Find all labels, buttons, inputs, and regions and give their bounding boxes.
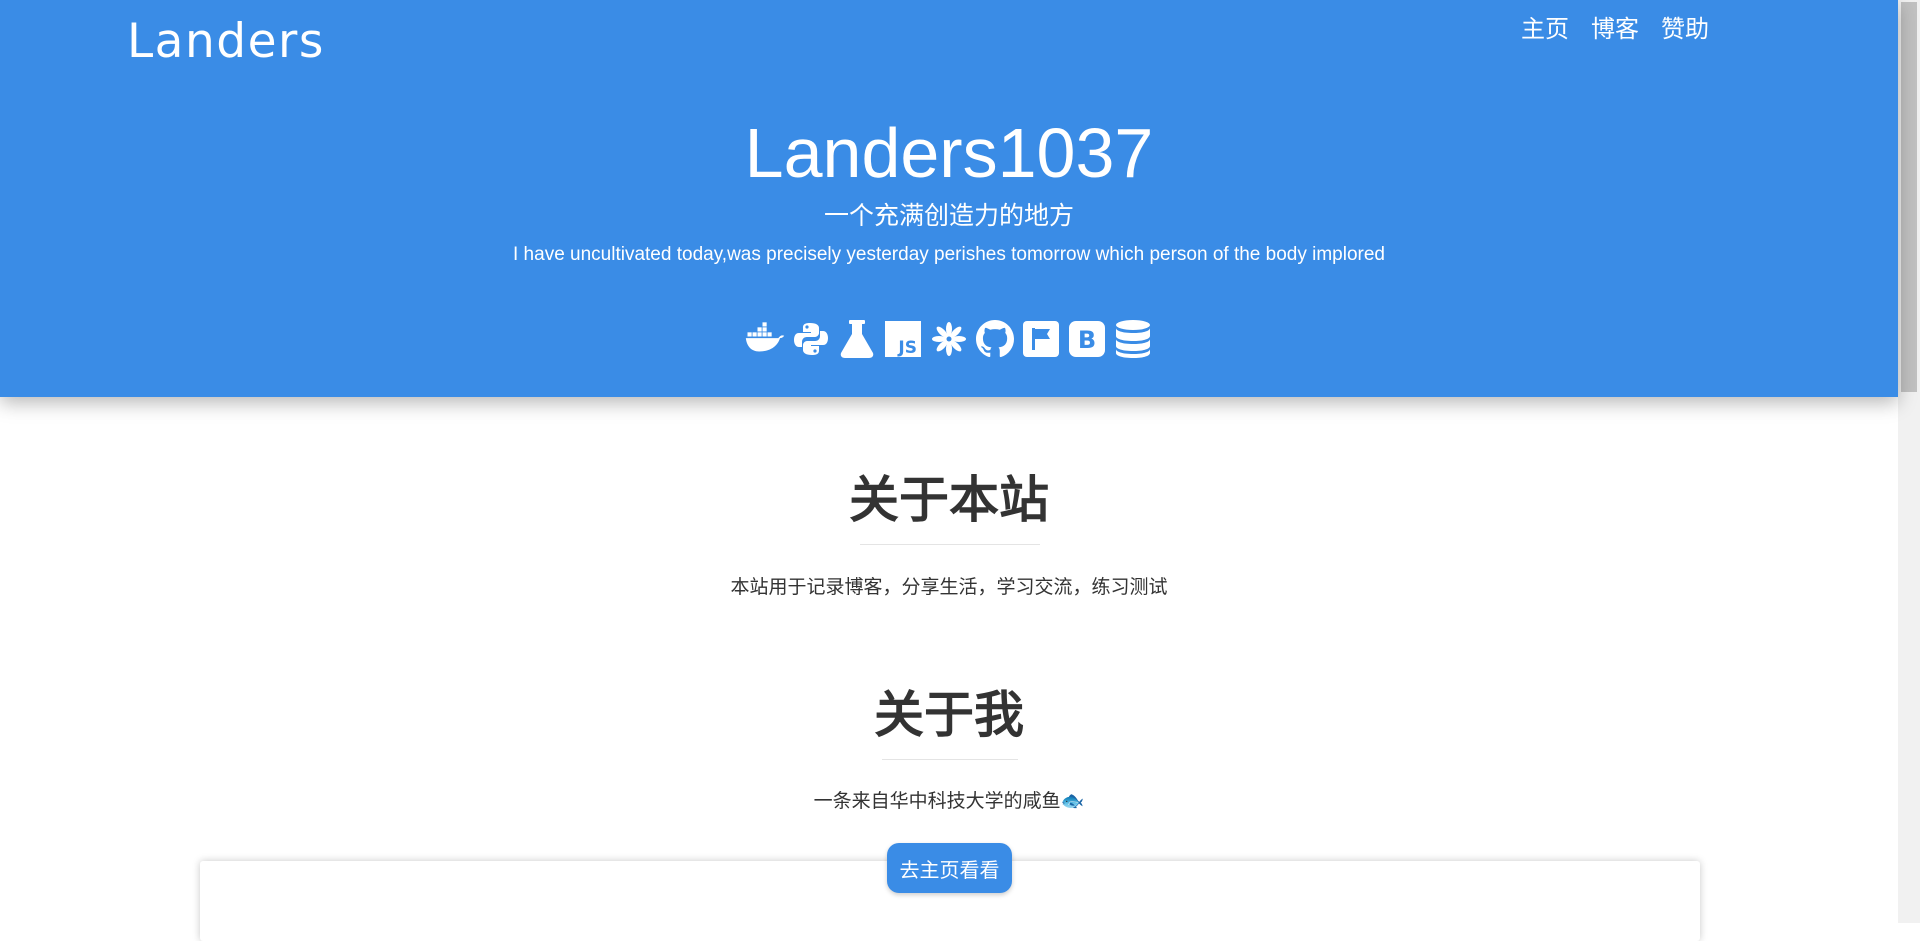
go-homepage-button[interactable]: 去主页看看 — [887, 843, 1012, 893]
python-icon[interactable] — [791, 318, 831, 360]
hero-header: Landers 主页 博客 赞助 Landers1037 一个充满创造力的地方 … — [0, 0, 1898, 397]
svg-text:B: B — [1078, 326, 1096, 354]
nav-blog-link[interactable]: 博客 — [1591, 9, 1639, 44]
site-subtitle: 一个充满创造力的地方 — [823, 201, 1074, 230]
tech-icons-row: JS B — [0, 318, 1898, 360]
flag-icon[interactable] — [1021, 318, 1061, 360]
database-icon[interactable] — [1113, 318, 1153, 360]
about-me-heading: 关于我 — [874, 686, 1024, 744]
apache-icon[interactable] — [929, 318, 969, 360]
scrollbar-thumb[interactable] — [1901, 2, 1917, 392]
github-icon[interactable] — [975, 318, 1015, 360]
about-site-heading: 关于本站 — [849, 471, 1049, 529]
site-tagline: I have uncultivated today,was precisely … — [513, 244, 1385, 265]
about-me-divider — [882, 759, 1018, 760]
site-title: Landers1037 — [744, 114, 1154, 192]
svg-text:JS: JS — [897, 338, 917, 357]
about-site-text: 本站用于记录博客，分享生活，学习交流，练习测试 — [730, 576, 1168, 598]
nav-sponsor-link[interactable]: 赞助 — [1661, 9, 1709, 44]
docker-icon[interactable] — [745, 318, 785, 360]
flask-icon[interactable] — [837, 318, 877, 360]
site-logo[interactable]: Landers — [127, 14, 325, 69]
about-site-divider — [860, 544, 1040, 545]
bootstrap-icon[interactable]: B — [1067, 318, 1107, 360]
nav-home-link[interactable]: 主页 — [1521, 9, 1569, 44]
about-me-text: 一条来自华中科技大学的咸鱼🐟 — [813, 790, 1085, 812]
top-nav: 主页 博客 赞助 — [1521, 9, 1709, 44]
javascript-icon[interactable]: JS — [883, 318, 923, 360]
page-scrollbar[interactable] — [1898, 0, 1920, 923]
